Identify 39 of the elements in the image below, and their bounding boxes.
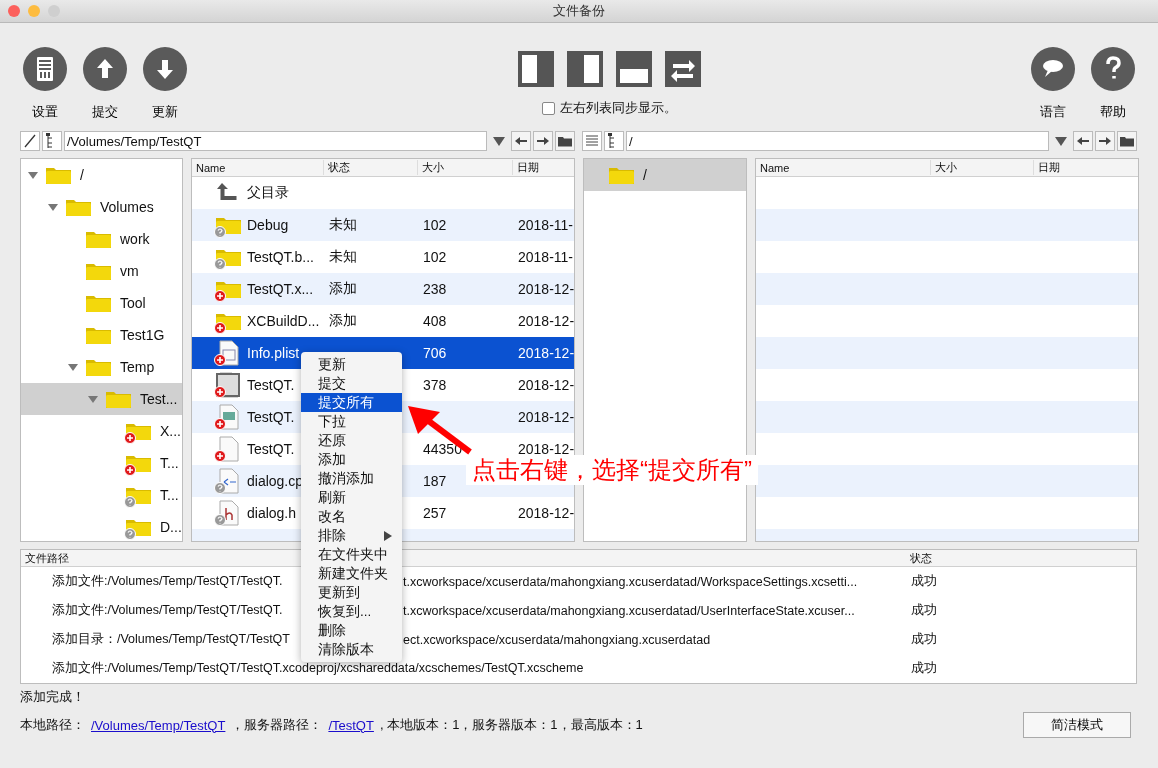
file-date: 2018-12- bbox=[518, 281, 574, 297]
annotation-callout: 点击右键，选择“提交所有” bbox=[466, 455, 758, 485]
file-size: 706 bbox=[423, 345, 447, 361]
file-date: 2018-12- bbox=[518, 345, 574, 361]
log-status: 成功 bbox=[910, 660, 938, 677]
file-date: 2018-12- bbox=[518, 441, 574, 457]
log-path: ect.xcworkspace/xcuserdata/mahongxiang.xcuserdatad bbox=[403, 632, 712, 647]
log-path: 添加文件:/Volumes/Temp/TestQT/TestQT. bbox=[51, 602, 284, 619]
file-size: 408 bbox=[423, 313, 447, 329]
sync-checkbox-label: 左右列表同步显示。 bbox=[559, 99, 677, 117]
file-date: 2018-11- bbox=[518, 249, 573, 265]
file-size: 102 bbox=[423, 217, 447, 233]
file-date: 2018-12- bbox=[518, 505, 574, 521]
window-title: 文件备份 bbox=[553, 2, 605, 20]
file-size: 238 bbox=[423, 281, 447, 297]
log-path: 添加文件:/Volumes/Temp/TestQT/TestQT.xcodeproj/xcshareddata/xcschemes/TestQT.xcscheme bbox=[51, 660, 585, 677]
file-date: 2018-12- bbox=[518, 377, 574, 393]
log-status: 成功 bbox=[910, 631, 938, 648]
file-status: 未知 bbox=[329, 248, 357, 264]
info-text: ，服务器路径： bbox=[231, 716, 323, 734]
file-size: 187 bbox=[423, 473, 447, 489]
file-status: 添加 bbox=[329, 312, 357, 328]
file-size: 102 bbox=[423, 249, 447, 265]
file-date: 2018-12- bbox=[518, 409, 574, 425]
info-text: 本地路径： bbox=[20, 716, 85, 734]
log-path: 添加目录：/Volumes/Temp/TestQT/TestQT bbox=[51, 631, 291, 648]
log-path: 添加文件:/Volumes/Temp/TestQT/TestQT. bbox=[51, 573, 284, 590]
log-path: t.xcworkspace/xcuserdata/mahongxiang.xcuserdatad/WorkspaceSettings.xcsetti... bbox=[403, 574, 859, 589]
file-status: 未知 bbox=[329, 216, 357, 232]
status-message: 添加完成！ bbox=[20, 688, 86, 706]
file-size: 257 bbox=[423, 505, 447, 521]
file-status: 添加 bbox=[329, 280, 357, 296]
info-text: , 本地版本：1，服务器版本：1，最高版本：1 bbox=[379, 716, 643, 734]
file-size: 378 bbox=[423, 377, 447, 393]
log-status: 成功 bbox=[910, 573, 938, 590]
log-status: 成功 bbox=[910, 602, 938, 619]
file-date: 2018-12- bbox=[518, 313, 574, 329]
log-path: t.xcworkspace/xcuserdata/mahongxiang.xcuserdatad/UserInterfaceState.xcuser... bbox=[403, 603, 856, 618]
file-date: 2018-11- bbox=[518, 217, 573, 233]
